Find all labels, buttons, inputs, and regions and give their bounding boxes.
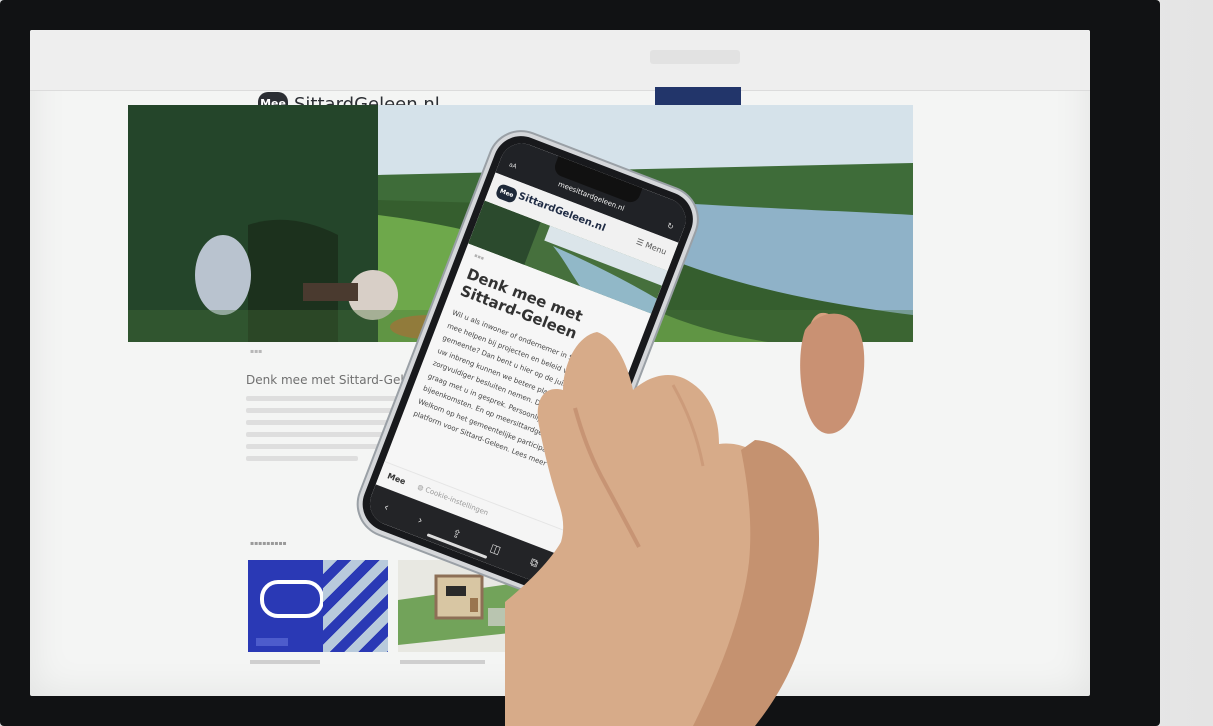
hand — [505, 290, 925, 726]
card-logo-icon — [260, 580, 324, 618]
hamburger-icon: ☰ — [634, 236, 645, 248]
menu-button[interactable]: ☰ Menu — [635, 237, 668, 257]
mobile-logo-icon: Mee — [494, 182, 519, 205]
page-heading: Denk mee met Sittard-Geleen — [246, 373, 427, 387]
share-icon[interactable]: ⇪ — [450, 526, 463, 541]
section-title: ▪▪▪▪▪▪▪▪▪ — [250, 540, 287, 547]
bookmarks-icon[interactable]: ◫ — [488, 541, 502, 557]
breadcrumb: ▪▪▪ — [250, 348, 263, 355]
browser-toolbar — [30, 30, 1090, 91]
text-line — [246, 456, 358, 461]
forward-icon[interactable]: › — [416, 513, 425, 527]
card-title-line — [250, 660, 320, 664]
back-icon[interactable]: ‹ — [382, 500, 391, 514]
photo-scene: Mee SittardGeleen.nl ■■■■ ■■■■■■ ■■■■■■■ — [0, 0, 1213, 726]
card-title-line — [400, 660, 485, 664]
mee-label: Mee — [386, 471, 407, 487]
browser-search-field — [650, 50, 740, 64]
card-caption — [256, 638, 288, 646]
mobile-breadcrumb: ▪▪▪ — [473, 252, 485, 262]
menu-label: Menu — [643, 240, 668, 257]
